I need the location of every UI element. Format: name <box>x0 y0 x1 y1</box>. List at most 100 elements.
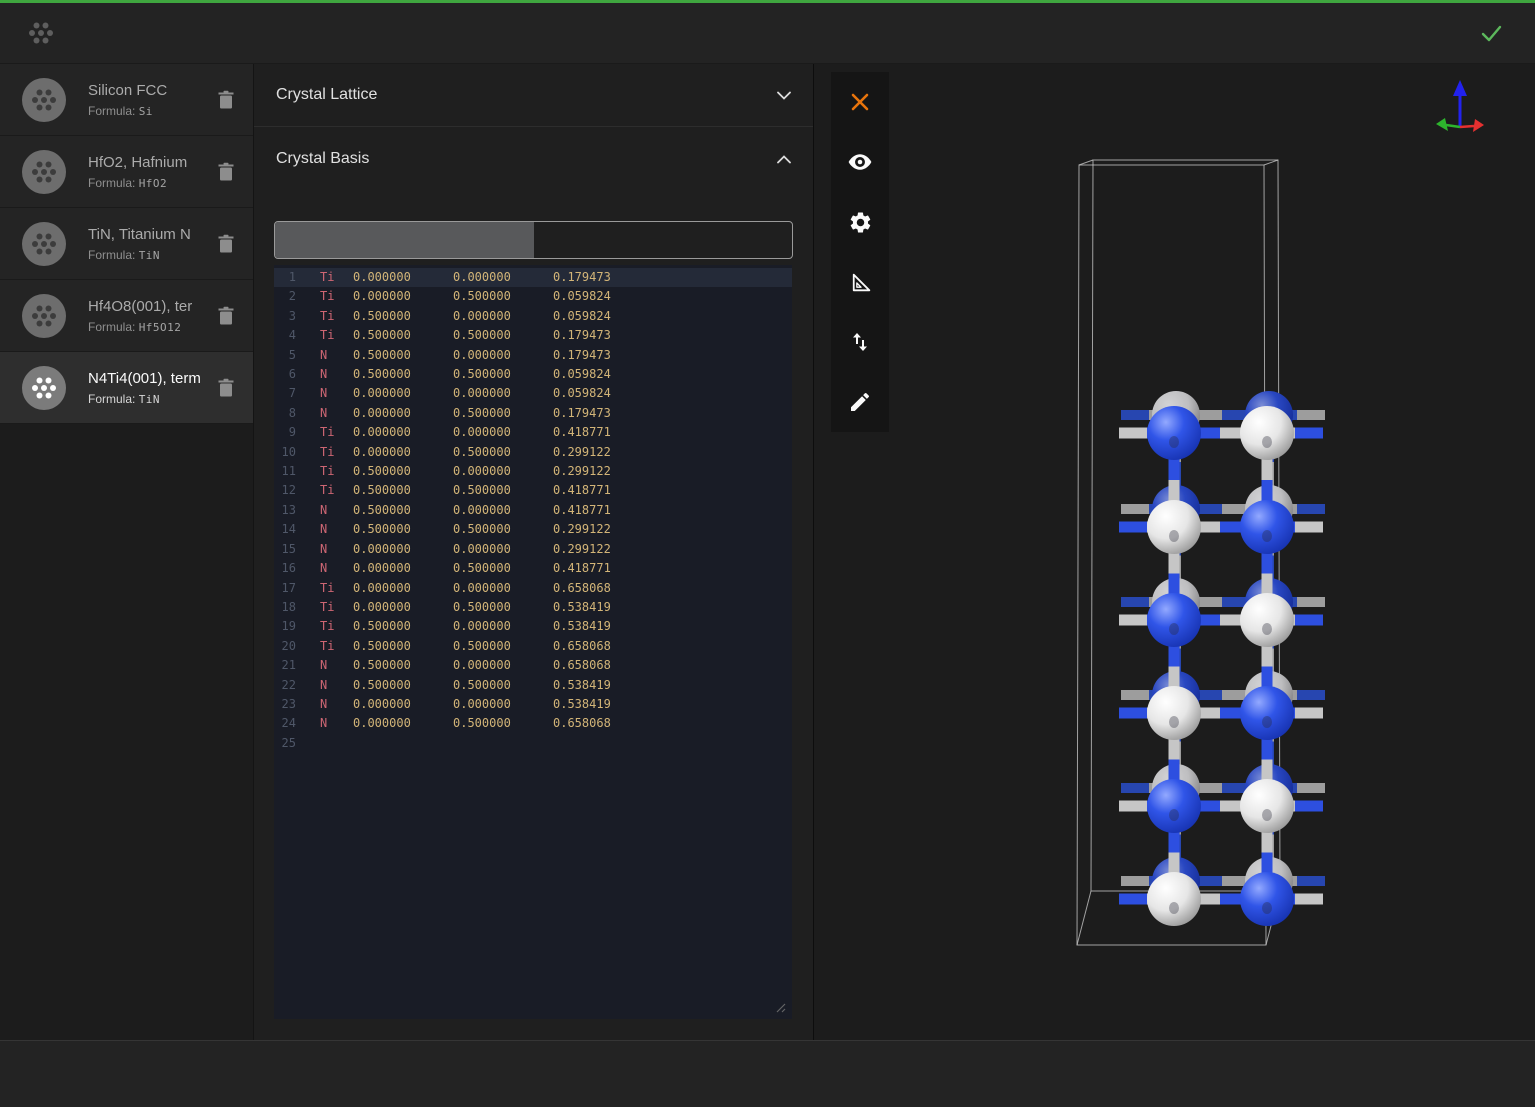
coord-y: 0.000000 <box>453 579 553 598</box>
close-icon <box>848 90 872 114</box>
editor-line[interactable]: 18 Ti 0.000000 0.500000 0.538419 <box>274 598 792 617</box>
units-tab[interactable] <box>275 222 534 258</box>
coord-z: 0.538419 <box>553 617 653 636</box>
coord-x: 0.500000 <box>353 501 453 520</box>
basis-coordinates-editor[interactable]: 1 Ti 0.000000 0.000000 0.179473 2 Ti 0.0… <box>274 265 792 1019</box>
edit-button[interactable] <box>840 382 880 422</box>
coord-x: 0.500000 <box>353 520 453 539</box>
element-symbol: Ti <box>320 617 353 636</box>
close-viewer-button[interactable] <box>840 82 880 122</box>
editor-line[interactable]: 24 N 0.000000 0.500000 0.658068 <box>274 714 792 733</box>
material-list-item[interactable]: Silicon FCC Formula: Si <box>0 64 253 136</box>
editor-line[interactable]: 20 Ti 0.500000 0.500000 0.658068 <box>274 637 792 656</box>
material-list-item[interactable]: TiN, Titanium N Formula: TiN <box>0 208 253 280</box>
coord-x: 0.500000 <box>353 346 453 365</box>
delete-material-button[interactable] <box>213 86 239 114</box>
editor-line[interactable]: 5 N 0.500000 0.000000 0.179473 <box>274 346 792 365</box>
coord-z <box>553 734 653 753</box>
element-symbol: N <box>320 676 353 695</box>
editor-line[interactable]: 3 Ti 0.500000 0.000000 0.059824 <box>274 307 792 326</box>
editor-resize-handle[interactable] <box>774 1001 786 1013</box>
line-number: 19 <box>274 617 296 636</box>
coord-x: 0.000000 <box>353 384 453 403</box>
editor-line[interactable]: 10 Ti 0.000000 0.500000 0.299122 <box>274 443 792 462</box>
element-symbol: Ti <box>320 481 353 500</box>
confirm-button[interactable] <box>1473 15 1509 51</box>
formula-label: Formula: <box>88 248 135 262</box>
coord-y: 0.500000 <box>453 404 553 423</box>
editor-line[interactable]: 25 <box>274 734 792 753</box>
editor-line[interactable]: 16 N 0.000000 0.500000 0.418771 <box>274 559 792 578</box>
coord-y <box>453 734 553 753</box>
editor-line[interactable]: 14 N 0.500000 0.500000 0.299122 <box>274 520 792 539</box>
editor-line[interactable]: 17 Ti 0.000000 0.000000 0.658068 <box>274 579 792 598</box>
editor-line[interactable]: 15 N 0.000000 0.000000 0.299122 <box>274 540 792 559</box>
visibility-button[interactable] <box>840 142 880 182</box>
coord-z: 0.059824 <box>553 365 653 384</box>
coord-x: 0.500000 <box>353 656 453 675</box>
units-tab[interactable] <box>534 222 793 258</box>
menu-item[interactable] <box>160 23 188 43</box>
chevron-up-icon <box>777 155 791 164</box>
crystal-structure-canvas[interactable] <box>814 64 1534 1040</box>
coord-y: 0.000000 <box>453 540 553 559</box>
pencil-icon <box>848 390 872 414</box>
coord-x: 0.000000 <box>353 268 453 287</box>
menu-item[interactable] <box>232 23 260 43</box>
settings-button[interactable] <box>840 202 880 242</box>
coord-x: 0.000000 <box>353 404 453 423</box>
editor-line[interactable]: 19 Ti 0.500000 0.000000 0.538419 <box>274 617 792 636</box>
line-number: 20 <box>274 637 296 656</box>
editor-line[interactable]: 6 N 0.500000 0.500000 0.059824 <box>274 365 792 384</box>
menu-item[interactable] <box>196 23 224 43</box>
materials-designer-app: Silicon FCC Formula: Si <box>0 0 1535 1107</box>
crystal-lattice-header[interactable]: Crystal Lattice <box>254 64 813 126</box>
editor-line[interactable]: 13 N 0.500000 0.000000 0.418771 <box>274 501 792 520</box>
delete-material-button[interactable] <box>213 302 239 330</box>
line-number: 8 <box>274 404 296 423</box>
material-list-item[interactable]: HfO2, Hafnium Formula: HfO2 <box>0 136 253 208</box>
editor-line[interactable]: 22 N 0.500000 0.500000 0.538419 <box>274 676 792 695</box>
editor-line[interactable]: 9 Ti 0.000000 0.000000 0.418771 <box>274 423 792 442</box>
measure-button[interactable] <box>840 262 880 302</box>
editor-line[interactable]: 11 Ti 0.500000 0.000000 0.299122 <box>274 462 792 481</box>
delete-material-button[interactable] <box>213 374 239 402</box>
menu-item[interactable] <box>88 23 116 43</box>
coord-z: 0.658068 <box>553 637 653 656</box>
line-number: 13 <box>274 501 296 520</box>
coord-y: 0.000000 <box>453 617 553 636</box>
crystal-basis-header[interactable]: Crystal Basis <box>254 127 813 191</box>
coord-z: 0.299122 <box>553 540 653 559</box>
material-avatar-icon <box>22 150 66 194</box>
element-symbol <box>320 734 353 753</box>
coord-y: 0.000000 <box>453 384 553 403</box>
line-number: 6 <box>274 365 296 384</box>
material-avatar-icon <box>22 78 66 122</box>
delete-material-button[interactable] <box>213 230 239 258</box>
line-number: 1 <box>274 268 296 287</box>
import-export-button[interactable] <box>840 322 880 362</box>
editor-line[interactable]: 12 Ti 0.500000 0.500000 0.418771 <box>274 481 792 500</box>
trash-icon <box>217 90 235 110</box>
editor-line[interactable]: 8 N 0.000000 0.500000 0.179473 <box>274 404 792 423</box>
menu-nav <box>88 23 260 43</box>
editor-line[interactable]: 21 N 0.500000 0.000000 0.658068 <box>274 656 792 675</box>
material-list-item[interactable]: N4Ti4(001), term Formula: TiN <box>0 352 253 424</box>
material-list-item[interactable]: Hf4O8(001), ter Formula: Hf5O12 <box>0 280 253 352</box>
menu-item[interactable] <box>124 23 152 43</box>
element-symbol: N <box>320 695 353 714</box>
line-number: 17 <box>274 579 296 598</box>
editor-line[interactable]: 1 Ti 0.000000 0.000000 0.179473 <box>274 268 792 287</box>
line-number: 7 <box>274 384 296 403</box>
editor-line[interactable]: 4 Ti 0.500000 0.500000 0.179473 <box>274 326 792 345</box>
editor-line[interactable]: 2 Ti 0.000000 0.500000 0.059824 <box>274 287 792 306</box>
structure-viewer <box>814 64 1535 1040</box>
line-number: 22 <box>274 676 296 695</box>
material-avatar-icon <box>22 294 66 338</box>
editor-line[interactable]: 7 N 0.000000 0.000000 0.059824 <box>274 384 792 403</box>
editor-line[interactable]: 23 N 0.000000 0.000000 0.538419 <box>274 695 792 714</box>
checkmark-icon <box>1476 18 1506 48</box>
delete-material-button[interactable] <box>213 158 239 186</box>
formula-value: HfO2 <box>139 177 168 190</box>
coord-x <box>353 734 453 753</box>
